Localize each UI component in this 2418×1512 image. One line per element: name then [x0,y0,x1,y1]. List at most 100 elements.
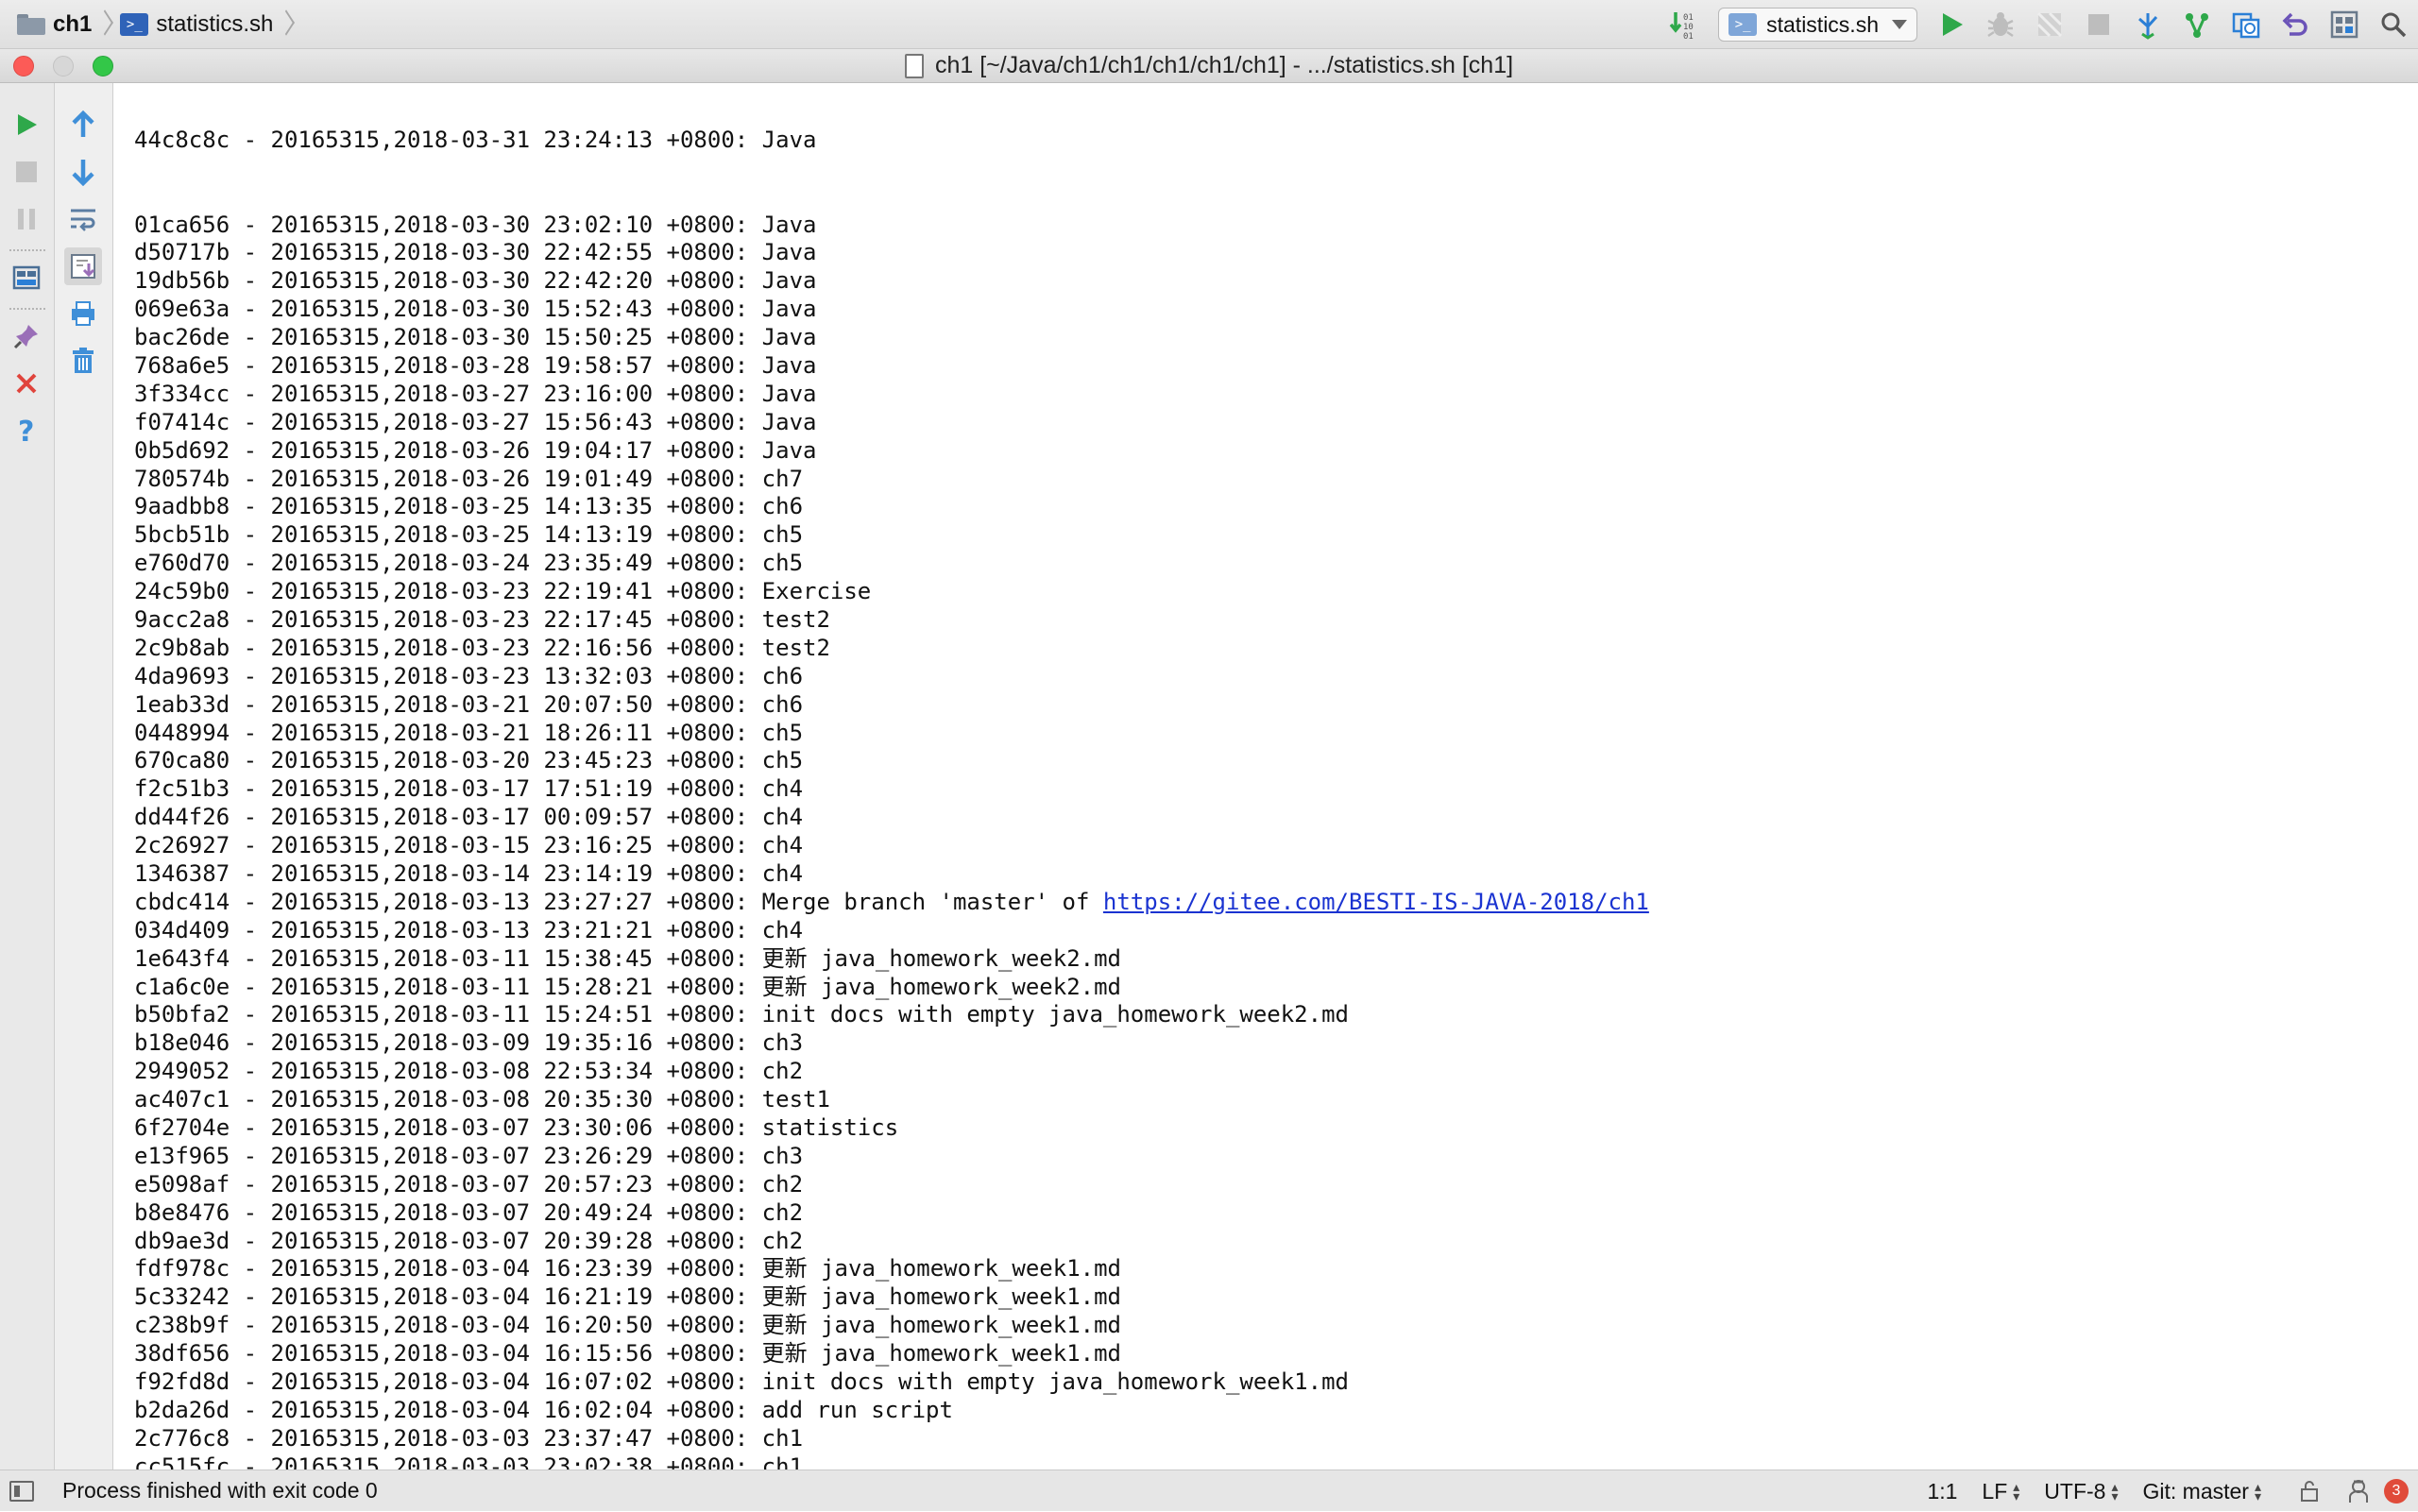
close-run-tab-button[interactable] [8,365,45,402]
tool-windows-icon[interactable] [9,1480,34,1502]
build-project-button[interactable]: 01 10 01 [1665,6,1703,43]
console-line: 1346387 - 20165315,2018-03-14 23:14:19 +… [134,860,804,887]
navigation-toolbar: ch1 >_ statistics.sh 01 10 01 >_ statist… [0,0,2418,49]
clear-all-button[interactable] [64,342,102,380]
vcs-branch-select[interactable]: Git: master ▴ ▾ [2143,1479,2262,1504]
inspector-icon [2349,1480,2368,1503]
run-button[interactable] [1933,6,1970,43]
console-line: 2c776c8 - 20165315,2018-03-03 23:37:47 +… [134,1424,804,1452]
console-line: 0448994 - 20165315,2018-03-21 18:26:11 +… [134,719,804,746]
console-line-text: cbdc414 - 20165315,2018-03-13 23:27:27 +… [134,888,1103,915]
console-line: 670ca80 - 20165315,2018-03-20 23:45:23 +… [134,747,804,774]
toolbar-separator [9,308,45,310]
play-icon [1943,13,1963,36]
status-bar: Process finished with exit code 0 1:1 LF… [0,1470,2418,1511]
console-line: bac26de - 20165315,2018-03-30 15:50:25 +… [134,324,817,351]
console-line: 4da9693 - 20165315,2018-03-23 13:32:03 +… [134,662,804,689]
console-line: 5c33242 - 20165315,2018-03-04 16:21:19 +… [134,1283,1121,1311]
search-icon [2381,12,2407,38]
console-line: 768a6e5 - 20165315,2018-03-28 19:58:57 +… [134,351,817,379]
soft-wrap-icon [71,209,95,231]
print-button[interactable] [64,295,102,332]
console-line: 01ca656 - 20165315,2018-03-30 23:02:10 +… [134,211,817,238]
status-message: Process finished with exit code 0 [62,1478,378,1503]
console-line: 5bcb51b - 20165315,2018-03-25 14:13:19 +… [134,521,804,549]
scroll-to-end-button[interactable] [64,247,102,285]
stop-icon [16,161,37,182]
notifications-badge[interactable]: 3 [2384,1479,2409,1504]
breadcrumb-project[interactable]: ch1 [17,0,92,49]
console-line: f92fd8d - 20165315,2018-03-04 16:07:02 +… [134,1368,1349,1396]
read-only-toggle[interactable] [2299,1480,2320,1503]
console-line: c1a6c0e - 20165315,2018-03-11 15:28:21 +… [134,973,1121,1000]
pause-icon [18,209,35,229]
console-line: 0b5d692 - 20165315,2018-03-26 19:04:17 +… [134,436,817,464]
shell-script-icon: >_ [120,12,149,36]
console-line: b8e8476 - 20165315,2018-03-07 20:49:24 +… [134,1198,804,1226]
run-tool-strip: ? [0,83,55,1470]
help-button[interactable]: ? [8,412,45,450]
help-icon: ? [18,416,34,445]
console-line: f07414c - 20165315,2018-03-27 15:56:43 +… [134,408,817,435]
restore-layout-button[interactable] [8,259,45,297]
undo-icon [2282,12,2307,36]
vcs-revert-button[interactable] [2276,6,2314,43]
vcs-update-button[interactable] [2129,6,2167,43]
stop-icon [2088,14,2109,35]
scroll-down-button[interactable] [64,153,102,191]
scroll-to-end-icon [71,254,95,279]
caret-position-label: 1:1 [1927,1478,1958,1504]
console-line: 034d409 - 20165315,2018-03-13 23:21:21 +… [134,916,804,943]
console-line: 9aadbb8 - 20165315,2018-03-25 14:13:35 +… [134,493,804,520]
run-with-coverage-button[interactable] [2031,6,2069,43]
console-output[interactable]: 44c8c8c - 20165315,2018-03-31 23:24:13 +… [113,83,2418,1470]
console-line: 9acc2a8 - 20165315,2018-03-23 22:17:45 +… [134,605,830,633]
window-title-text: ch1 [~/Java/ch1/ch1/ch1/ch1/ch1] - .../s… [934,52,1514,78]
document-icon [904,53,924,78]
pause-output-button[interactable] [8,200,45,238]
stop-process-button[interactable] [8,153,45,191]
bug-icon [1987,12,2014,38]
svg-text:10: 10 [1683,23,1694,32]
close-icon [16,373,37,394]
repository-link[interactable]: https://gitee.com/BESTI-IS-JAVA-2018/ch1 [1103,889,1649,915]
run-configuration-select[interactable]: >_ statistics.sh [1718,8,1917,42]
breadcrumb-file[interactable]: >_ statistics.sh [120,0,273,49]
console-line: ac407c1 - 20165315,2018-03-08 20:35:30 +… [134,1086,830,1113]
console-line: 069e63a - 20165315,2018-03-30 15:52:43 +… [134,296,817,323]
scroll-up-button[interactable] [64,106,102,144]
caret-position[interactable]: 1:1 [1927,1479,1957,1504]
console-line: 44c8c8c - 20165315,2018-03-31 23:24:13 +… [134,126,817,153]
line-separator-select[interactable]: LF ▴ ▾ [1982,1479,2019,1504]
window-title: ch1 [~/Java/ch1/ch1/ch1/ch1/ch1] - .../s… [0,52,2418,79]
console-text: 44c8c8c - 20165315,2018-03-31 23:24:13 +… [134,85,1649,1470]
toolbar-separator [9,249,45,251]
breadcrumb: ch1 >_ statistics.sh [0,0,301,49]
stop-button[interactable] [2080,6,2118,43]
console-line: e5098af - 20165315,2018-03-07 20:57:23 +… [134,1170,804,1198]
pin-tab-button[interactable] [8,317,45,355]
console-line: b18e046 - 20165315,2018-03-09 19:35:16 +… [134,1029,804,1057]
rerun-button[interactable] [8,106,45,144]
window-title-bar: ch1 [~/Java/ch1/ch1/ch1/ch1/ch1] - .../s… [0,49,2418,83]
vcs-compare-button[interactable] [2227,6,2265,43]
console-line: b50bfa2 - 20165315,2018-03-11 15:24:51 +… [134,1001,1349,1028]
chevron-down-icon [1892,20,1907,29]
vcs-commit-button[interactable] [2178,6,2216,43]
play-icon [18,114,37,135]
layout-icon [12,265,41,290]
console-line: 2c26927 - 20165315,2018-03-15 23:16:25 +… [134,832,804,859]
arrow-up-icon [72,110,94,137]
debug-button[interactable] [1982,6,2019,43]
up-down-arrows-icon: ▴ ▾ [2013,1479,2020,1504]
soft-wrap-button[interactable] [64,200,102,238]
svg-text:?: ? [18,416,34,445]
inspector-button[interactable] [2346,1478,2371,1504]
search-everywhere-button[interactable] [2375,6,2412,43]
project-structure-button[interactable] [2325,6,2363,43]
encoding-select[interactable]: UTF-8 ▴ ▾ [2044,1479,2118,1504]
run-configuration-label: statistics.sh [1766,11,1879,37]
console-line: 19db56b - 20165315,2018-03-30 22:42:20 +… [134,267,817,295]
vcs-update-icon [2138,13,2158,40]
trash-icon [73,348,94,373]
